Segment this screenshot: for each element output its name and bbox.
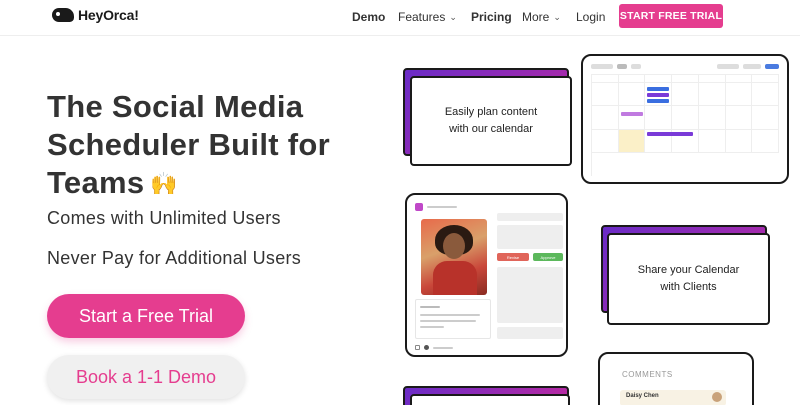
calendar-grid [591,74,779,176]
nav-more-label: More [522,10,550,24]
raised-hands-icon: 🙌 [150,171,179,196]
calendar-feature-text: Easily plan content with our calendar [444,106,538,135]
start-free-trial-hero-button[interactable]: Start a Free Trial [47,294,245,338]
caption-box [415,299,491,339]
nav-pricing[interactable]: Pricing [471,10,512,24]
book-demo-button[interactable]: Book a 1-1 Demo [47,355,245,399]
orca-logo-icon [52,8,74,22]
top-nav: HeyOrca! Demo Features ⌄ Pricing More ⌄ Lo… [0,0,800,36]
hero-title-line-3: Teams [47,165,145,200]
comment-bubble: Daisy Chen [620,390,726,405]
calendar-toolbar [591,62,779,70]
start-free-trial-button[interactable]: START FREE TRIAL [619,4,723,28]
comments-label: COMMENTS [622,370,673,379]
nav-login-label: Login [576,10,606,24]
share-calendar-feature-text: Share your Calendar with Clients [637,264,740,293]
calendar-feature-card: Easily plan content with our calendar [410,76,572,166]
comment-author: Daisy Chen [626,393,659,399]
brand-name: HeyOrca! [78,7,139,23]
revise-badge[interactable]: Revise [497,253,529,261]
post-approval-screenshot: Revise Approve [405,193,568,357]
nav-more[interactable]: More ⌄ [522,10,572,24]
hero-title-line-1: The Social Media [47,89,304,124]
nav-demo[interactable]: Demo [352,10,385,24]
chevron-down-icon: ⌄ [449,11,457,22]
logo[interactable]: HeyOrca! [52,7,139,23]
hero-title: The Social Media Scheduler Built for Tea… [47,88,367,203]
app-icon [415,203,423,211]
post-footer-icons [415,345,453,350]
chevron-down-icon: ⌄ [553,11,561,22]
hero-subtitle-unlimited-users: Comes with Unlimited Users [47,208,281,228]
nav-demo-label: Demo [352,10,386,24]
nav-login[interactable]: Login [576,10,605,24]
hero-title-line-2: Scheduler Built for [47,127,331,162]
approve-badge[interactable]: Approve [533,253,563,261]
bottom-feature-card [410,394,570,405]
share-calendar-feature-card: Share your Calendar with Clients [607,233,770,325]
nav-features-label: Features [398,10,446,24]
nav-features[interactable]: Features ⌄ [398,10,468,24]
nav-pricing-label: Pricing [471,10,512,24]
avatar [712,392,722,402]
comments-screenshot: COMMENTS Daisy Chen [598,352,754,405]
post-photo [421,219,487,295]
hero-subtitle-no-extra-cost: Never Pay for Additional Users [47,248,302,268]
calendar-screenshot [581,54,789,184]
